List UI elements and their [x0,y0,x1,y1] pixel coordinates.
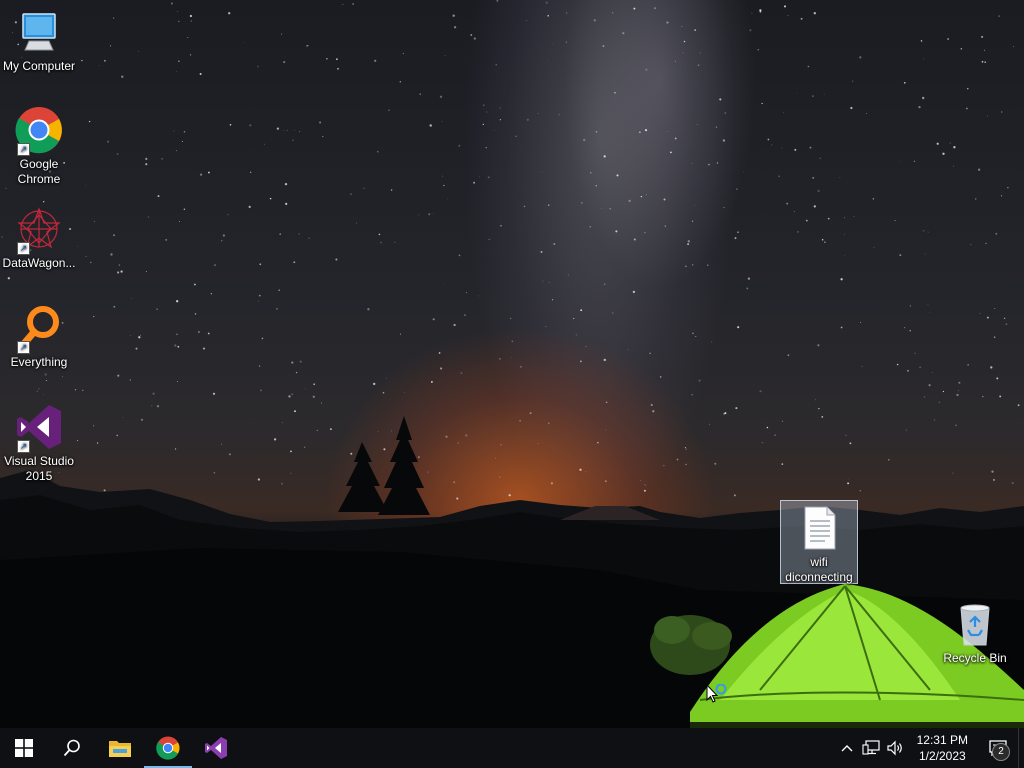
clock-date: 1/2/2023 [918,749,966,763]
folder-icon [109,741,131,757]
datawagon-icon: ↗ [15,205,63,255]
volume-button[interactable] [883,728,907,768]
shortcut-arrow-icon: ↗ [17,242,30,255]
desktop-icon-google-chrome[interactable]: ↗ Google Chrome [1,106,77,187]
system-tray: 12:31 PM 1/2/2023 2 [835,728,1024,768]
desktop-icon-label: My Computer [2,59,76,73]
everything-search-icon: ↗ [15,304,63,354]
shortcut-arrow-icon: ↗ [17,143,30,156]
desktop-icon-label: Everything [10,355,68,369]
search-button[interactable] [48,728,96,768]
chrome-icon: ↗ [15,106,63,156]
desktop-icon-label: Google Chrome [17,157,61,186]
network-icon [862,740,880,755]
recycle-bin-icon [951,600,999,648]
visual-studio-icon [205,737,227,759]
clock[interactable]: 12:31 PM 1/2/2023 [907,732,978,764]
text-document-icon [795,504,843,552]
notification-count-badge: 2 [992,743,1010,761]
desktop-wallpaper [0,0,1024,728]
taskbar-google-chrome[interactable] [144,728,192,768]
action-center-button[interactable]: 2 [978,728,1018,768]
desktop-icon-label: DataWagon... [2,256,76,270]
network-button[interactable] [859,728,883,768]
show-hidden-icons-button[interactable] [835,728,859,768]
desktop-icon-visual-studio[interactable]: ↗ Visual Studio 2015 [1,403,77,484]
desktop-icon-wifi-diconnecting[interactable]: wifi diconnecting [780,500,858,584]
shortcut-arrow-icon: ↗ [17,341,30,354]
show-desktop-button[interactable] [1018,728,1024,768]
shortcut-arrow-icon: ↗ [17,440,30,453]
visual-studio-icon: ↗ [15,403,63,453]
taskbar-visual-studio[interactable] [192,728,240,768]
desktop-icon-datawagon[interactable]: ↗ DataWagon... [1,205,77,271]
windows-start-icon [15,739,33,757]
chevron-up-icon [841,745,853,752]
clock-time: 12:31 PM [916,733,968,747]
chrome-icon [156,736,180,760]
desktop-icon-everything[interactable]: ↗ Everything [1,304,77,370]
landscape [0,416,1024,728]
taskbar: 12:31 PM 1/2/2023 2 [0,728,1024,768]
desktop-icon-my-computer[interactable]: My Computer [1,8,77,74]
monitor-icon [15,8,63,56]
desktop-icon-label: wifi diconnecting [785,555,853,584]
desktop-icon-label: Visual Studio 2015 [4,454,74,483]
desktop-icon-recycle-bin[interactable]: Recycle Bin [937,600,1013,666]
start-button[interactable] [0,728,48,768]
volume-icon [887,740,902,756]
search-icon [63,739,80,757]
taskbar-file-explorer[interactable] [96,728,144,768]
desktop-icon-label: Recycle Bin [943,651,1007,665]
busy-cursor-icon [706,684,727,703]
